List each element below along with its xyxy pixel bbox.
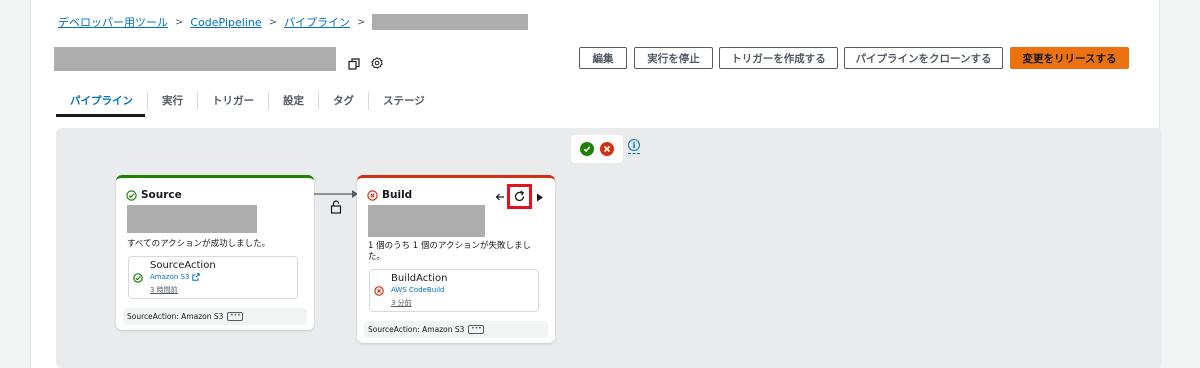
footer-label: SourceAction: Amazon S3 xyxy=(368,325,465,334)
gear-icon[interactable] xyxy=(371,57,383,69)
action-card: BuildAction AWS CodeBuild 3 分前 xyxy=(369,269,539,312)
stage-title: Source xyxy=(126,189,182,201)
breadcrumb-separator: > xyxy=(175,16,184,28)
breadcrumb: デベロッパー用ツール > CodePipeline > パイプライン > xyxy=(58,13,529,31)
clone-pipeline-button[interactable]: パイプラインをクローンする xyxy=(844,47,1003,69)
x-circle-icon xyxy=(367,189,378,201)
stage-footer: SourceAction: Amazon S3 ••• xyxy=(364,321,548,338)
action-name: BuildAction xyxy=(391,273,448,284)
action-provider: AWS CodeBuild xyxy=(391,286,445,294)
more-options-button[interactable]: ••• xyxy=(468,325,485,334)
unlock-icon[interactable] xyxy=(330,200,342,214)
action-provider-link[interactable]: AWS CodeBuild xyxy=(391,286,445,294)
status-message-line2: た。 xyxy=(368,252,386,262)
more-options-button[interactable]: ••• xyxy=(227,312,244,321)
breadcrumb-developer-tools[interactable]: デベロッパー用ツール xyxy=(58,14,168,30)
stage-name: Source xyxy=(141,189,182,201)
tab-tags[interactable]: タグ xyxy=(318,92,368,110)
retry-stage-button[interactable] xyxy=(507,184,532,209)
check-circle-icon xyxy=(126,189,137,201)
info-icon[interactable]: i xyxy=(628,139,640,151)
x-circle-icon[interactable] xyxy=(600,142,614,156)
stage-execution-id-redacted xyxy=(368,205,485,237)
refresh-icon xyxy=(514,190,525,202)
active-tab-indicator xyxy=(56,114,145,117)
breadcrumb-separator: > xyxy=(357,16,366,28)
tab-stages[interactable]: ステージ xyxy=(368,92,439,110)
status-message-line1: 1 個のうち 1 個のアクションが失敗しまし xyxy=(368,241,531,251)
action-provider: Amazon S3 xyxy=(150,273,190,281)
stage-status-message: すべてのアクションが成功しました。 xyxy=(127,239,271,249)
stage-execution-id-redacted xyxy=(127,205,257,233)
back-arrow-icon[interactable] xyxy=(495,192,505,202)
check-circle-icon xyxy=(133,273,143,283)
breadcrumb-pipeline-name-redacted xyxy=(372,14,529,30)
breadcrumb-separator: > xyxy=(268,16,277,28)
stop-execution-button[interactable]: 実行を停止 xyxy=(634,47,713,69)
breadcrumb-pipelines[interactable]: パイプライン xyxy=(284,14,350,30)
footer-label: SourceAction: Amazon S3 xyxy=(127,312,224,321)
create-trigger-button[interactable]: トリガーを作成する xyxy=(719,47,838,69)
stage-status-message: 1 個のうち 1 個のアクションが失敗しまし た。 xyxy=(368,241,531,263)
status-filter xyxy=(571,135,623,163)
stage-name: Build xyxy=(382,189,413,201)
release-change-button[interactable]: 変更をリリースする xyxy=(1010,47,1129,69)
breadcrumb-codepipeline[interactable]: CodePipeline xyxy=(190,16,261,29)
action-card: SourceAction Amazon S3 3 時間前 xyxy=(128,256,298,299)
tab-triggers[interactable]: トリガー xyxy=(197,92,268,110)
check-circle-icon[interactable] xyxy=(580,142,594,156)
tab-settings[interactable]: 設定 xyxy=(268,92,318,110)
info-underline xyxy=(628,153,640,154)
x-circle-icon xyxy=(374,286,384,296)
action-time[interactable]: 3 時間前 xyxy=(150,285,178,295)
tab-executions[interactable]: 実行 xyxy=(147,92,197,110)
stage-footer: SourceAction: Amazon S3 ••• xyxy=(123,308,307,325)
action-provider-link[interactable]: Amazon S3 xyxy=(150,273,201,281)
tab-pipeline[interactable]: パイプライン xyxy=(56,92,147,110)
edit-button[interactable]: 編集 xyxy=(579,47,627,69)
run-arrow-icon[interactable] xyxy=(536,193,544,202)
tab-bar: パイプライン 実行 トリガー 設定 タグ ステージ xyxy=(56,87,439,115)
action-time[interactable]: 3 分前 xyxy=(391,298,412,308)
action-name: SourceAction xyxy=(150,260,216,271)
copy-icon[interactable] xyxy=(348,58,360,70)
page-title-redacted xyxy=(54,47,336,71)
external-link-icon xyxy=(192,273,201,281)
stage-source: Source すべてのアクションが成功しました。 SourceAction Am… xyxy=(116,175,314,330)
stage-title: Build xyxy=(367,189,412,201)
